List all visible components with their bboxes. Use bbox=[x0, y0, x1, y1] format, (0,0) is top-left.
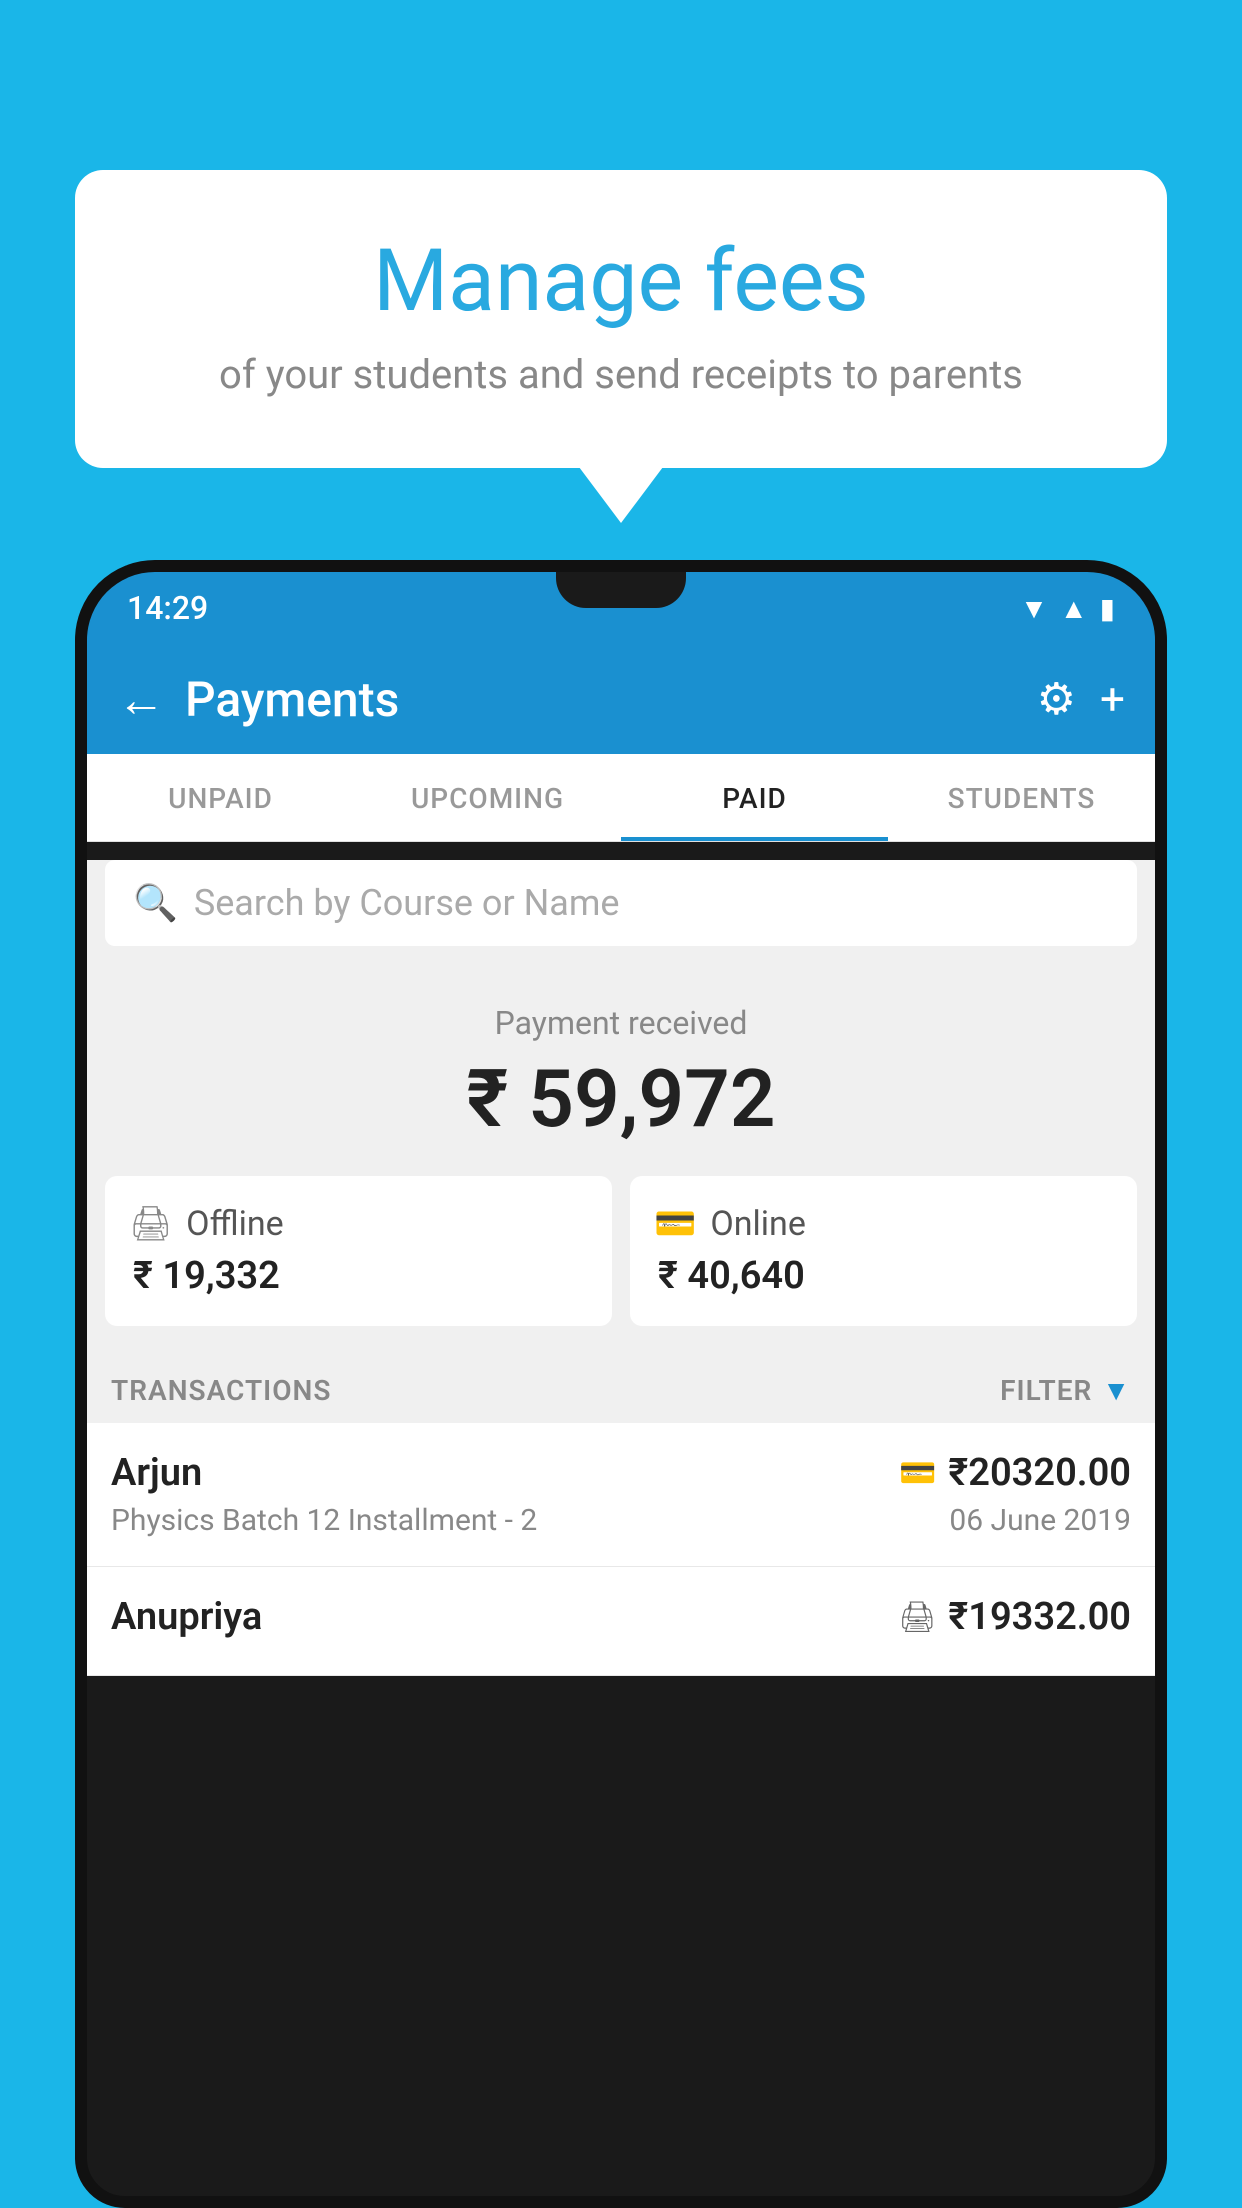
tab-upcoming[interactable]: UPCOMING bbox=[354, 754, 621, 841]
table-row[interactable]: Arjun 💳 ₹20320.00 Physics Batch 12 Insta… bbox=[87, 1423, 1155, 1567]
transaction-name-arjun: Arjun bbox=[111, 1451, 202, 1495]
transactions-header: TRANSACTIONS FILTER ▼ bbox=[87, 1350, 1155, 1423]
add-icon[interactable]: + bbox=[1100, 673, 1125, 725]
wifi-icon: ▼ bbox=[1020, 592, 1048, 625]
tab-unpaid[interactable]: UNPAID bbox=[87, 754, 354, 841]
phone-frame: 14:29 ▼ ▲ ▮ ← Payments ⚙ + UNPAID UPCOMI… bbox=[75, 560, 1167, 2208]
filter-button[interactable]: FILTER ▼ bbox=[1000, 1374, 1131, 1407]
payment-cards: 🖨 Offline ₹ 19,332 💳 Online ₹ 40,640 bbox=[87, 1176, 1155, 1350]
online-card-top: 💳 Online bbox=[654, 1204, 1113, 1244]
transaction-name-anupriya: Anupriya bbox=[111, 1595, 262, 1639]
back-button[interactable]: ← bbox=[117, 671, 165, 728]
signal-icon: ▲ bbox=[1060, 592, 1088, 625]
transactions-label: TRANSACTIONS bbox=[111, 1374, 331, 1407]
bubble-subtitle: of your students and send receipts to pa… bbox=[125, 351, 1117, 398]
transaction-top-arjun: Arjun 💳 ₹20320.00 bbox=[111, 1451, 1131, 1495]
offline-card-top: 🖨 Offline bbox=[129, 1204, 588, 1244]
tab-bar: UNPAID UPCOMING PAID STUDENTS bbox=[87, 754, 1155, 842]
online-amount: ₹ 40,640 bbox=[654, 1254, 1113, 1298]
online-icon: 💳 bbox=[654, 1204, 696, 1244]
payment-label: Payment received bbox=[107, 1004, 1135, 1042]
transaction-bottom-arjun: Physics Batch 12 Installment - 2 06 June… bbox=[111, 1503, 1131, 1538]
app-bar-actions: ⚙ + bbox=[1037, 673, 1125, 725]
status-icons: ▼ ▲ ▮ bbox=[1020, 592, 1115, 625]
transaction-amount-wrap-arjun: 💳 ₹20320.00 bbox=[899, 1451, 1131, 1495]
transaction-amount-arjun: ₹20320.00 bbox=[948, 1451, 1131, 1495]
payment-received-section: Payment received ₹ 59,972 bbox=[87, 964, 1155, 1176]
tab-paid[interactable]: PAID bbox=[621, 754, 888, 841]
offline-amount: ₹ 19,332 bbox=[129, 1254, 588, 1298]
battery-icon: ▮ bbox=[1100, 592, 1115, 625]
offline-transaction-icon: 🖨 bbox=[898, 1600, 936, 1635]
tab-students[interactable]: STUDENTS bbox=[888, 754, 1155, 841]
payment-amount: ₹ 59,972 bbox=[107, 1052, 1135, 1146]
app-bar: ← Payments ⚙ + bbox=[87, 644, 1155, 754]
speech-bubble: Manage fees of your students and send re… bbox=[75, 170, 1167, 468]
filter-label: FILTER bbox=[1000, 1374, 1092, 1407]
search-bar[interactable]: 🔍 Search by Course or Name bbox=[105, 860, 1137, 946]
online-label: Online bbox=[710, 1204, 806, 1244]
settings-icon[interactable]: ⚙ bbox=[1037, 673, 1076, 725]
phone-notch bbox=[556, 572, 686, 608]
search-placeholder: Search by Course or Name bbox=[194, 882, 620, 924]
content-area: 🔍 Search by Course or Name Payment recei… bbox=[87, 860, 1155, 1676]
online-transaction-icon: 💳 bbox=[899, 1456, 936, 1491]
page-title: Payments bbox=[185, 671, 1037, 728]
transaction-top-anupriya: Anupriya 🖨 ₹19332.00 bbox=[111, 1595, 1131, 1639]
online-card: 💳 Online ₹ 40,640 bbox=[630, 1176, 1137, 1326]
transaction-desc-arjun: Physics Batch 12 Installment - 2 bbox=[111, 1503, 537, 1538]
status-time: 14:29 bbox=[127, 589, 208, 627]
search-icon: 🔍 bbox=[133, 882, 178, 924]
transaction-date-arjun: 06 June 2019 bbox=[949, 1503, 1131, 1538]
offline-label: Offline bbox=[186, 1204, 283, 1244]
transaction-amount-wrap-anupriya: 🖨 ₹19332.00 bbox=[898, 1595, 1131, 1639]
table-row[interactable]: Anupriya 🖨 ₹19332.00 bbox=[87, 1567, 1155, 1676]
filter-icon: ▼ bbox=[1102, 1374, 1131, 1407]
offline-card: 🖨 Offline ₹ 19,332 bbox=[105, 1176, 612, 1326]
bubble-title: Manage fees bbox=[125, 230, 1117, 331]
offline-icon: 🖨 bbox=[129, 1204, 172, 1244]
transaction-amount-anupriya: ₹19332.00 bbox=[948, 1595, 1131, 1639]
